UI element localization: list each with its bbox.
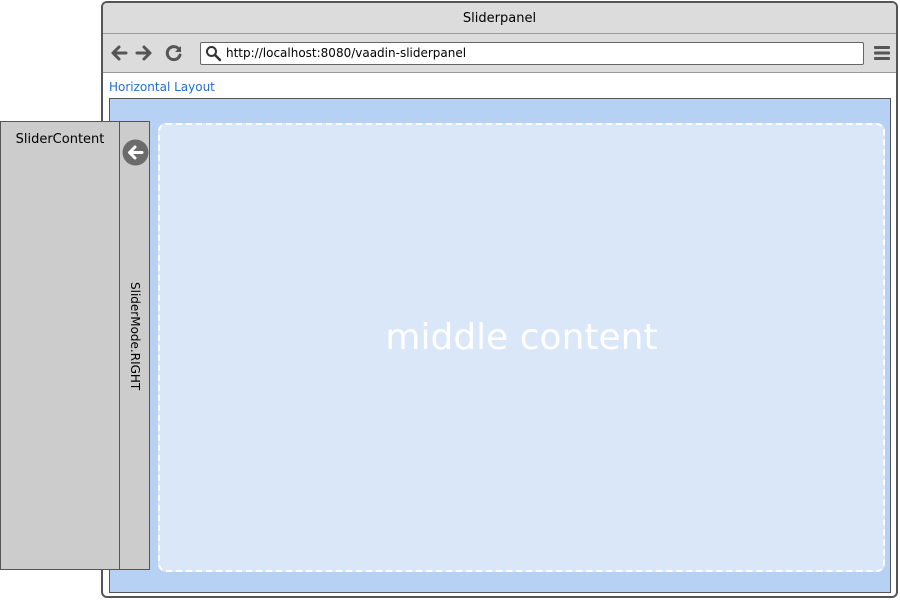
slider-content-title: SliderContent (15, 132, 105, 147)
browser-toolbar: http://localhost:8080/vaadin-sliderpanel (103, 34, 896, 73)
arrow-left-circle-icon[interactable] (122, 139, 149, 166)
window-title: Sliderpanel (462, 10, 537, 26)
search-icon (206, 46, 222, 62)
middle-content-text: middle content (385, 317, 658, 358)
back-arrow-icon[interactable] (109, 43, 129, 63)
url-text: http://localhost:8080/vaadin-sliderpanel (226, 46, 467, 60)
horizontal-layout: middle content (109, 98, 891, 593)
reload-icon[interactable] (164, 43, 184, 63)
slider-tab[interactable]: SliderMode.RIGHT (119, 121, 150, 570)
window-titlebar: Sliderpanel (103, 3, 896, 34)
slider-mode-label: SliderMode.RIGHT (128, 282, 142, 391)
menu-icon[interactable] (873, 44, 891, 62)
horizontal-layout-label[interactable]: Horizontal Layout (109, 80, 215, 94)
slider-content-panel: SliderContent (0, 121, 120, 570)
address-bar[interactable]: http://localhost:8080/vaadin-sliderpanel (200, 42, 864, 65)
middle-content-area: middle content (158, 123, 885, 572)
forward-arrow-icon[interactable] (134, 43, 154, 63)
browser-window: Sliderpanel http://localhost:8080/vaadin… (101, 1, 898, 598)
